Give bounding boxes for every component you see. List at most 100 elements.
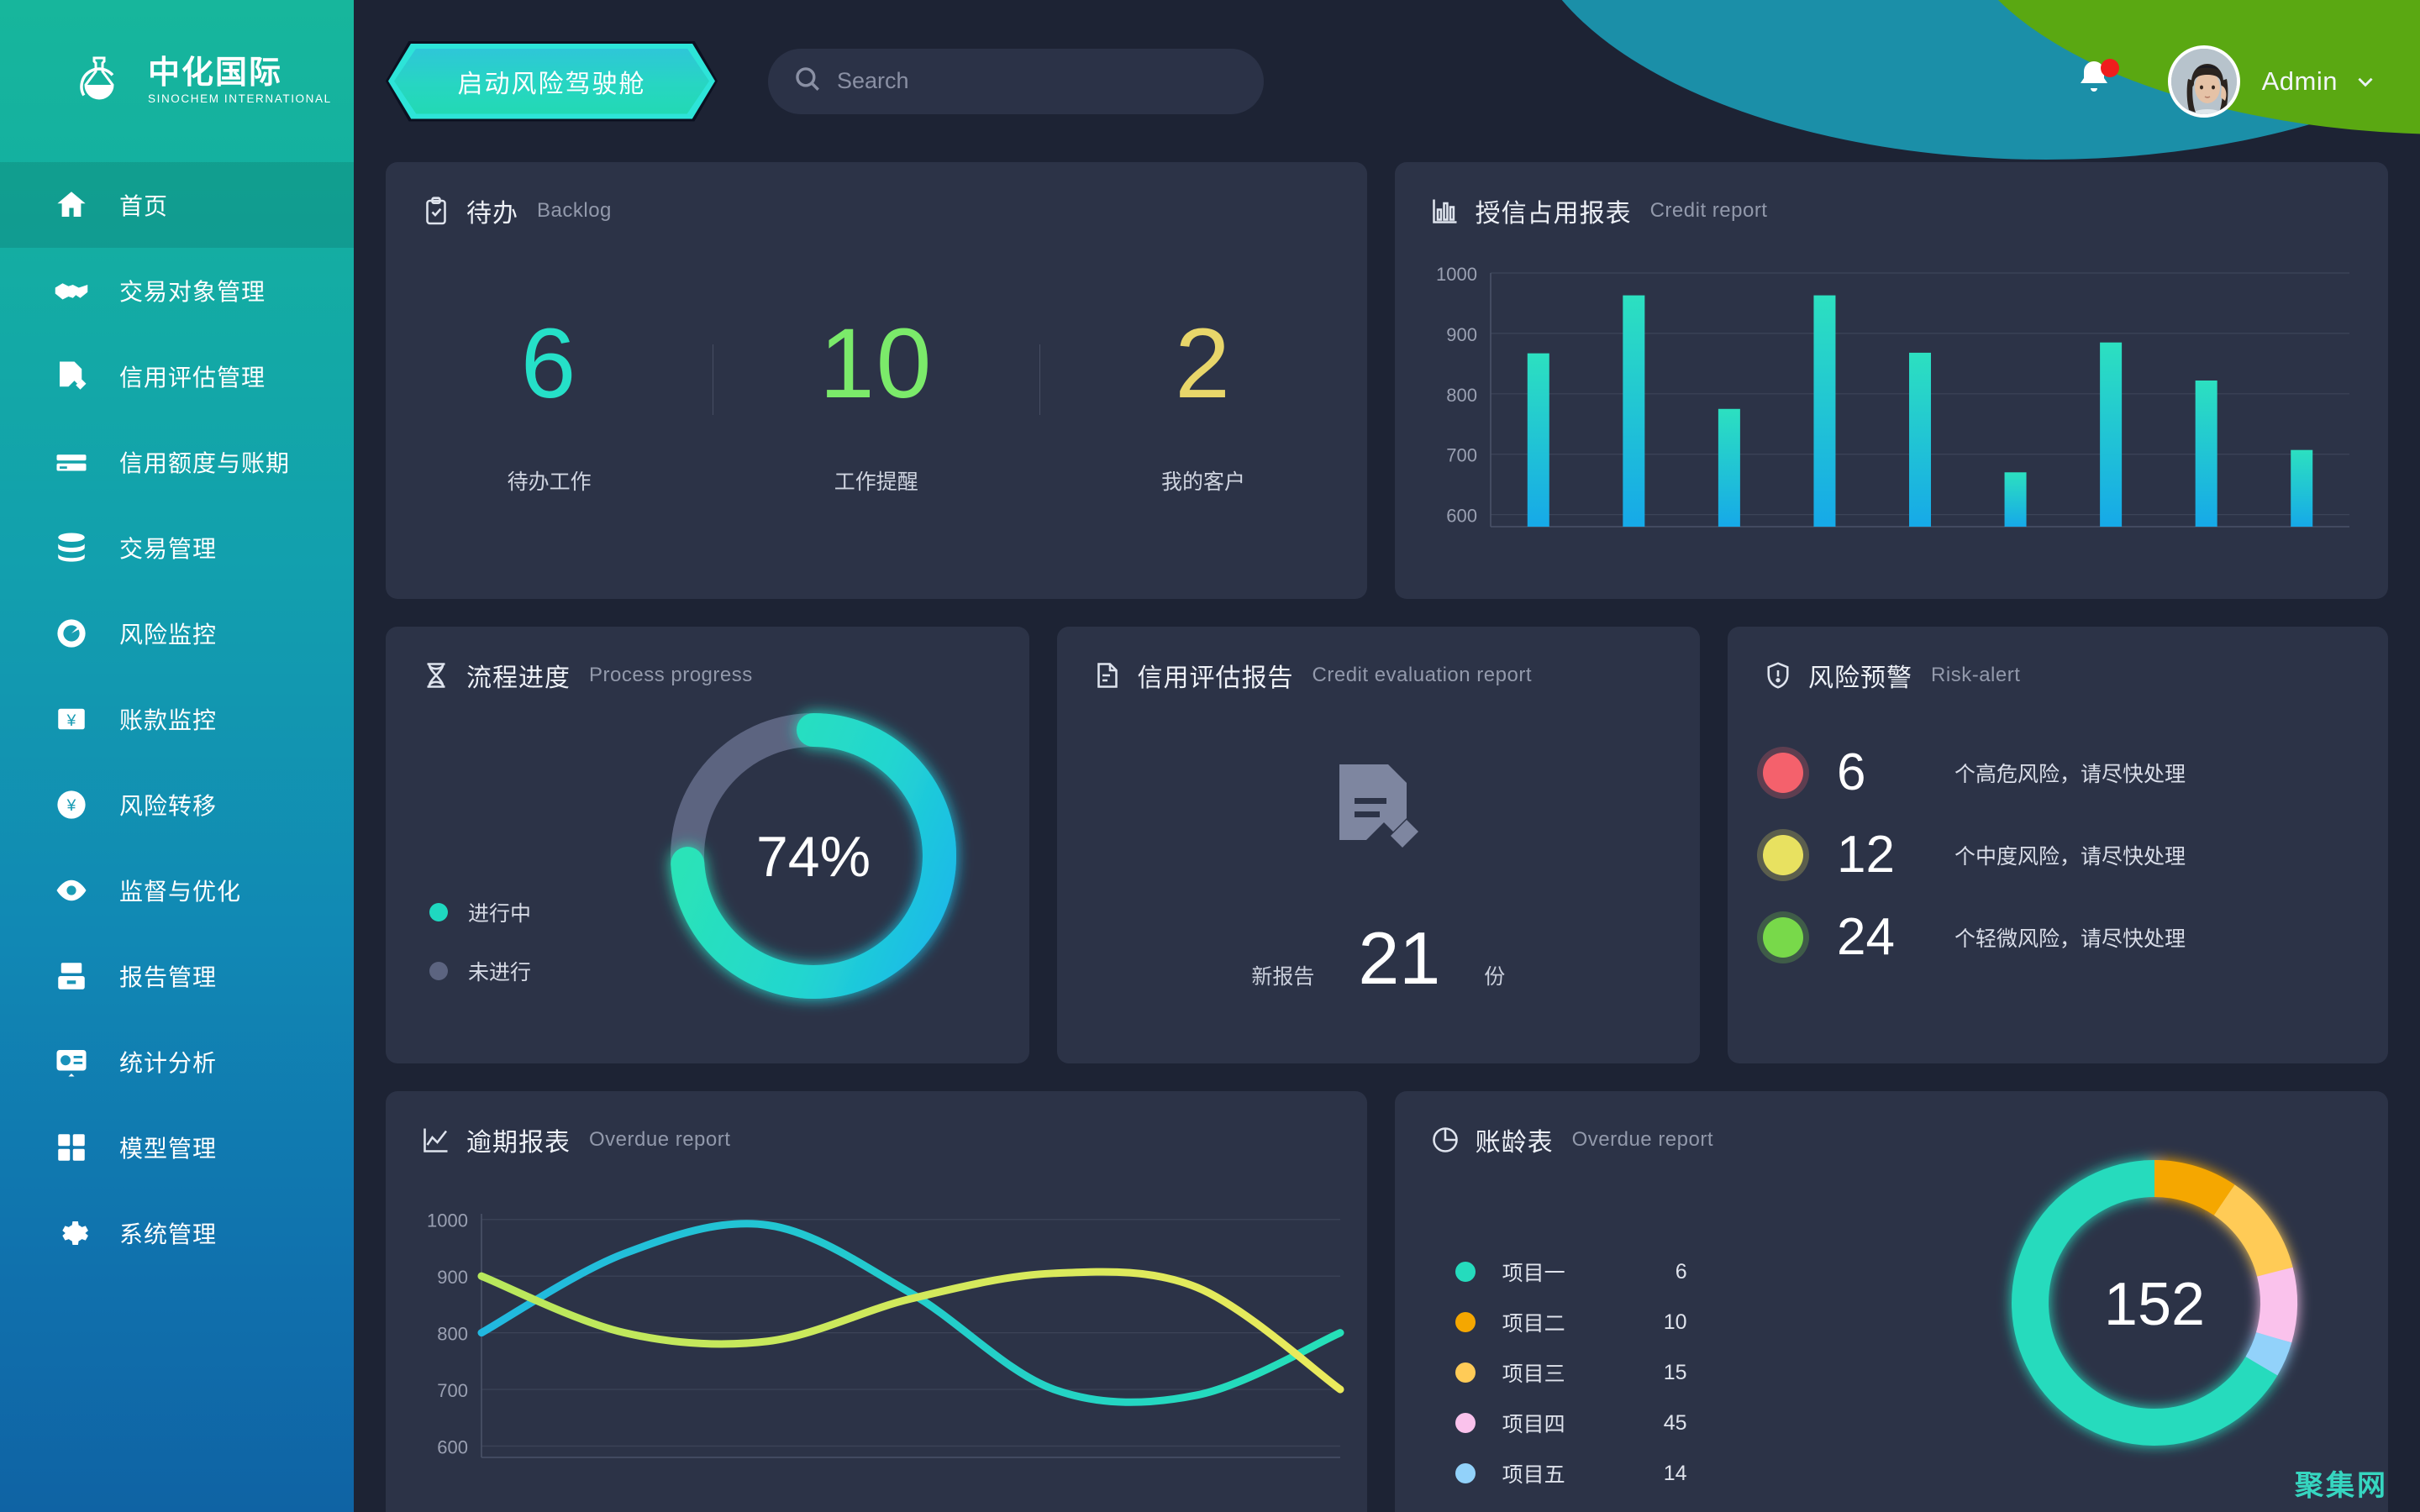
sidebar-item-label: 监督与优化 — [119, 879, 242, 905]
chevron-down-icon[interactable] — [2354, 71, 2376, 92]
aging-item-value: 10 — [1663, 1310, 1687, 1334]
dashboard-row-3: 逾期报表 Overdue report 600 700 800 900 1000 账龄表… — [386, 1091, 2388, 1512]
risk-alert-list: 6 个高危风险，请尽快处理 12 个中度风险，请尽快处理 24 个轻微风险，请尽… — [1728, 738, 2388, 973]
sidebar-item-label: 报告管理 — [119, 964, 218, 990]
card-title-cn: 逾期报表 — [466, 1129, 571, 1157]
document-edit-icon — [52, 357, 91, 396]
svg-text:152: 152 — [2104, 1271, 2205, 1338]
bell-icon[interactable] — [2074, 58, 2121, 105]
launch-risk-cockpit-button[interactable]: 启动风险驾驶舱 — [386, 40, 718, 122]
chart-board-icon — [52, 1042, 91, 1081]
overdue-report-card: 逾期报表 Overdue report 600 700 800 900 1000 — [386, 1091, 1367, 1512]
sidebar-item-credit-assessment[interactable]: 信用评估管理 — [0, 333, 354, 419]
search-box[interactable] — [768, 48, 1264, 114]
process-progress-legend: 进行中 未进行 — [429, 897, 531, 986]
svg-text:800: 800 — [1446, 385, 1477, 406]
eye-icon — [52, 871, 91, 910]
search-input[interactable] — [837, 68, 1239, 94]
home-icon — [52, 186, 91, 224]
cockpit-button-label: 启动风险驾驶舱 — [457, 70, 646, 98]
watermark: 聚集网 — [2295, 1470, 2388, 1502]
aging-legend-item: 项目二 10 — [1455, 1310, 1790, 1336]
sidebar-item-counterparty[interactable]: 交易对象管理 — [0, 248, 354, 333]
topbar-right: Admin — [2074, 45, 2420, 118]
card-title-en: Risk-alert — [1931, 664, 2021, 686]
notification-badge — [2100, 58, 2119, 77]
svg-text:1000: 1000 — [427, 1210, 468, 1231]
credit-card-icon — [52, 443, 91, 481]
sidebar-item-system-management[interactable]: 系统管理 — [0, 1190, 354, 1276]
aging-item-name: 项目二 — [1502, 1312, 1565, 1336]
risk-alert-row[interactable]: 24 个轻微风险，请尽快处理 — [1728, 902, 2388, 973]
svg-text:700: 700 — [1446, 445, 1477, 466]
aging-legend: 项目一 6 项目二 10 项目三 15 项目四 45 项目五 14 — [1395, 1158, 1790, 1512]
backlog-stat[interactable]: 2 我的客户 — [1039, 314, 1366, 496]
risk-alert-card: 风险预警 Risk-alert 6 个高危风险，请尽快处理 12 个中度风险，请… — [1728, 627, 2388, 1063]
document-edit-icon — [1092, 660, 1123, 690]
svg-text:¥: ¥ — [66, 712, 76, 730]
svg-text:600: 600 — [1446, 506, 1477, 527]
risk-count: 6 — [1837, 743, 1866, 801]
card-title-cn: 授信占用报表 — [1475, 200, 1632, 228]
sidebar-item-label: 账款监控 — [119, 707, 218, 733]
yuan-transfer-icon: ¥ — [52, 785, 91, 824]
report-unit-label: 份 — [1484, 965, 1506, 989]
aging-item-value: 6 — [1675, 1259, 1687, 1284]
card-title-cn: 账龄表 — [1475, 1129, 1554, 1157]
sidebar-item-label: 系统管理 — [119, 1221, 218, 1247]
avatar[interactable] — [2167, 45, 2240, 118]
sidebar-item-receivables-monitor[interactable]: ¥ 账款监控 — [0, 676, 354, 762]
credit-evaluation-report-card: 信用评估报告 Credit evaluation report 新报告 21 份 — [1056, 627, 1701, 1063]
card-header: 授信占用报表 Credit report — [1395, 162, 2388, 229]
card-title-en: Backlog — [537, 199, 612, 222]
legend-dot — [1455, 1413, 1476, 1433]
legend-dot — [429, 962, 448, 980]
aging-item-value: 15 — [1663, 1360, 1687, 1384]
sidebar-item-home[interactable]: 首页 — [0, 162, 354, 248]
aging-item-name: 项目四 — [1502, 1413, 1565, 1436]
search-icon — [793, 65, 822, 97]
aging-item-name: 项目三 — [1502, 1362, 1565, 1386]
risk-severity-dot — [1763, 917, 1804, 958]
database-icon — [52, 528, 91, 567]
backlog-stat[interactable]: 10 工作提醒 — [713, 314, 1039, 496]
sidebar-nav: 首页 交易对象管理 信用评估管理 信用额度与账期 交易管理 风险监控 ¥ 账款监… — [0, 162, 354, 1276]
sidebar-item-risk-monitor[interactable]: 风险监控 — [0, 591, 354, 676]
admin-label: Admin — [2261, 66, 2338, 96]
legend-item: 未进行 — [429, 956, 531, 986]
sidebar-item-statistics[interactable]: 统计分析 — [0, 1019, 354, 1105]
risk-count: 12 — [1837, 826, 1895, 884]
backlog-stat-value: 2 — [1175, 308, 1232, 419]
card-title-en: Credit report — [1649, 199, 1768, 222]
sidebar-item-model-management[interactable]: 模型管理 — [0, 1105, 354, 1190]
sidebar-item-supervision[interactable]: 监督与优化 — [0, 848, 354, 933]
archive-icon — [52, 957, 91, 995]
credit-report-card: 授信占用报表 Credit report 600 700 800 900 1000 — [1394, 162, 2388, 599]
card-title-cn: 信用评估报告 — [1137, 664, 1294, 692]
svg-text:600: 600 — [437, 1437, 468, 1458]
sidebar-item-label: 风险监控 — [119, 622, 218, 648]
legend-dot — [1455, 1362, 1476, 1383]
brand-name-en: SINOCHEM INTERNATIONAL — [148, 92, 332, 106]
risk-severity-dot — [1763, 835, 1804, 875]
sidebar-item-label: 统计分析 — [119, 1050, 218, 1076]
sidebar-item-transaction[interactable]: 交易管理 — [0, 505, 354, 591]
risk-severity-dot — [1763, 753, 1804, 793]
brand: 中化国际 SINOCHEM INTERNATIONAL — [0, 0, 354, 162]
sidebar-item-credit-limit[interactable]: 信用额度与账期 — [0, 419, 354, 505]
dashboard-row-2: 流程进度 Process progress 74% 进行中 未进行 信用评估报告… — [386, 627, 2388, 1063]
sidebar-item-label: 信用额度与账期 — [119, 450, 291, 476]
handshake-icon — [52, 271, 91, 310]
backlog-stat[interactable]: 6 待办工作 — [386, 314, 713, 496]
yuan-bill-icon: ¥ — [52, 700, 91, 738]
aging-item-value: 14 — [1663, 1461, 1687, 1485]
risk-alert-row[interactable]: 6 个高危风险，请尽快处理 — [1728, 738, 2388, 808]
credit-report-bar-chart: 600 700 800 900 1000 — [1425, 264, 2358, 559]
aging-item-name: 项目一 — [1502, 1262, 1565, 1285]
report-prefix-label: 新报告 — [1251, 965, 1315, 989]
sidebar-item-report-management[interactable]: 报告管理 — [0, 933, 354, 1019]
risk-alert-row[interactable]: 12 个中度风险，请尽快处理 — [1728, 820, 2388, 890]
overdue-report-line-chart: 600 700 800 900 1000 — [416, 1205, 1349, 1491]
sidebar-item-risk-transfer[interactable]: ¥ 风险转移 — [0, 762, 354, 848]
sidebar-item-label: 风险转移 — [119, 793, 218, 819]
